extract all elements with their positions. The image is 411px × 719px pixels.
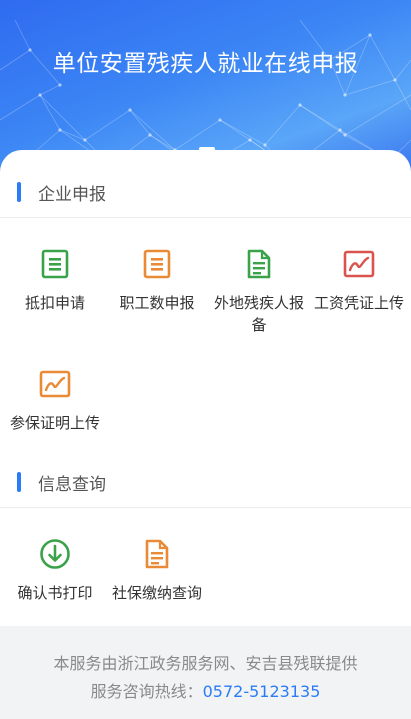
footer: 本服务由浙江政务服务网、安吉县残联提供 服务咨询热线：0572-5123135 [0,626,411,719]
grid-item-nonlocal-disabled-filing[interactable]: 外地残疾人报备 [208,248,310,336]
grid-item-label: 参保证明上传 [9,414,100,432]
grid-item-insurance-proof-upload[interactable]: 参保证明上传 [4,368,106,434]
grid-item-deduction-apply[interactable]: 抵扣申请 [4,248,106,314]
grid-item-label: 社保缴纳查询 [111,584,202,602]
grid-item-label: 确认书打印 [17,584,93,602]
hotline-number-link[interactable]: 0572-5123135 [203,682,321,701]
section-title: 信息查询 [38,475,106,495]
section-accent-bar [17,472,21,492]
grid-item-label: 抵扣申请 [24,294,85,312]
footer-hotline: 服务咨询热线：0572-5123135 [0,678,411,702]
section-title: 企业申报 [38,185,106,205]
list-doc-icon [41,249,69,279]
section-header-info-query: 信息查询 [0,456,411,508]
page-title: 单位安置残疾人就业在线申报 [52,51,359,77]
file-text-icon [145,539,169,569]
footer-provider-text: 本服务由浙江政务服务网、安吉县残联提供 [53,654,358,673]
section-accent-bar [17,182,21,202]
list-doc-icon [143,249,171,279]
grid-item-staff-declare[interactable]: 职工数申报 [106,248,208,314]
file-text-icon [247,249,271,279]
grid-item-confirmation-print[interactable]: 确认书打印 [4,538,106,604]
section-header-enterprise: 企业申报 [0,166,411,218]
download-circle-icon [40,539,70,569]
grid-item-label: 工资凭证上传 [313,294,404,312]
grid-item-label: 外地残疾人报备 [213,294,304,334]
grid-item-label: 职工数申报 [119,294,195,312]
chart-image-icon [39,370,71,398]
hotline-label: 服务咨询热线： [90,682,203,701]
chart-image-icon [343,250,375,278]
grid-item-salary-voucher-upload[interactable]: 工资凭证上传 [308,248,410,314]
drag-handle [199,147,215,151]
grid-item-social-insurance-query[interactable]: 社保缴纳查询 [106,538,208,604]
